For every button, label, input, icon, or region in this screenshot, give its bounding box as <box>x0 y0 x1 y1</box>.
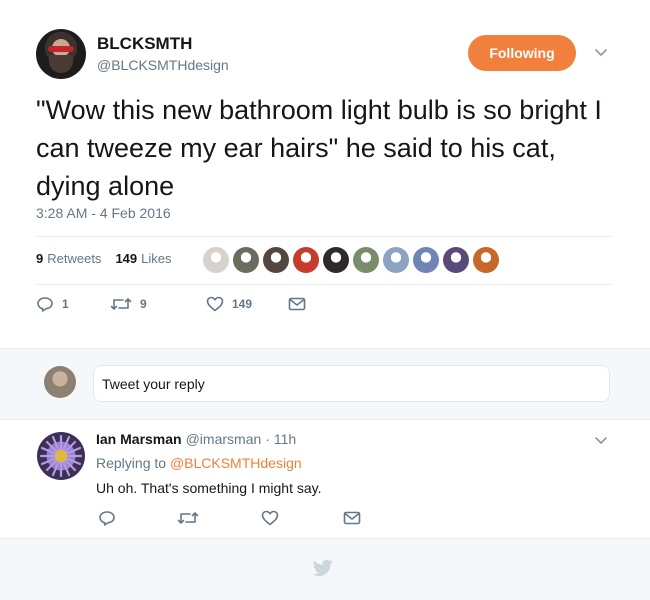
liker-avatar[interactable] <box>293 247 319 273</box>
liker-avatar[interactable] <box>233 247 259 273</box>
chevron-down-icon[interactable] <box>594 434 608 448</box>
reply-icon <box>37 297 53 312</box>
like-count: 149 <box>232 297 253 311</box>
following-button[interactable]: Following <box>468 35 576 71</box>
retweets-stat[interactable]: 9 Retweets <box>36 251 101 266</box>
likes-label: Likes <box>141 251 172 266</box>
liker-avatar[interactable] <box>413 247 439 273</box>
liker-avatar[interactable] <box>263 247 289 273</box>
replying-to: Replying to @BLCKSMTHdesign <box>96 455 302 471</box>
reply-action[interactable]: 1 <box>36 296 110 312</box>
liker-avatar[interactable] <box>473 247 499 273</box>
envelope-icon <box>288 297 306 311</box>
author-handle[interactable]: @BLCKSMTHdesign <box>97 57 229 73</box>
reply-actions <box>98 510 361 526</box>
likers-avatars <box>203 247 499 273</box>
heart-icon <box>261 510 279 526</box>
reply-text: Uh oh. That's something I might say. <box>96 480 322 496</box>
reply-count: 1 <box>62 297 69 311</box>
tweet-actions: 1 9 149 <box>36 296 306 312</box>
heart-icon <box>206 296 224 312</box>
author-avatar[interactable] <box>36 29 86 79</box>
retweet-count: 9 <box>140 297 147 311</box>
reply-like-action[interactable] <box>261 510 343 526</box>
reply-tweet[interactable]: Ian Marsman @imarsman · 11h Replying to … <box>0 420 650 538</box>
footer <box>0 538 650 600</box>
reply-author-avatar[interactable] <box>37 432 85 480</box>
reply-retweet-action[interactable] <box>177 510 261 526</box>
current-user-avatar <box>44 366 76 398</box>
reply-author-name[interactable]: Ian Marsman <box>96 431 182 447</box>
likes-count: 149 <box>115 251 138 266</box>
likes-stat[interactable]: 149 Likes <box>115 251 171 266</box>
dm-action[interactable] <box>288 297 306 311</box>
twitter-bird-icon <box>313 559 333 576</box>
retweet-icon <box>177 512 199 524</box>
retweet-icon <box>110 298 132 310</box>
liker-avatar[interactable] <box>323 247 349 273</box>
reply-time[interactable]: · 11h <box>265 431 296 447</box>
flower-image <box>39 434 83 478</box>
retweet-action[interactable]: 9 <box>110 296 206 312</box>
reply-reply-action[interactable] <box>98 510 177 526</box>
retweets-label: Retweets <box>47 251 102 266</box>
replying-handle-link[interactable]: @BLCKSMTHdesign <box>170 455 302 471</box>
reply-header: Ian Marsman @imarsman · 11h <box>96 431 296 447</box>
divider <box>36 284 612 285</box>
liker-avatar[interactable] <box>203 247 229 273</box>
tweet-text: "Wow this new bathroom light bulb is so … <box>36 95 602 201</box>
author-name[interactable]: BLCKSMTH <box>97 34 192 54</box>
main-tweet: BLCKSMTH @BLCKSMTHdesign Following "Wow … <box>0 0 650 348</box>
like-action[interactable]: 149 <box>206 296 288 312</box>
reply-icon <box>99 511 115 526</box>
reply-compose-bar: Tweet your reply <box>0 348 650 420</box>
envelope-icon <box>343 511 361 525</box>
reply-author-handle[interactable]: @imarsman <box>186 431 262 447</box>
liker-avatar[interactable] <box>383 247 409 273</box>
reply-input[interactable]: Tweet your reply <box>93 365 610 402</box>
tweet-timestamp[interactable]: 3:28 AM - 4 Feb 2016 <box>36 205 171 221</box>
avatar-glasses <box>48 46 74 52</box>
liker-avatar[interactable] <box>443 247 469 273</box>
avatar-beard <box>49 55 73 73</box>
chevron-down-icon[interactable] <box>594 46 608 60</box>
liker-avatar[interactable] <box>353 247 379 273</box>
replying-prefix: Replying to <box>96 455 167 471</box>
reply-dm-action[interactable] <box>343 511 361 525</box>
divider <box>36 236 612 237</box>
tweet-stats: 9 Retweets 149 Likes <box>36 251 172 266</box>
retweets-count: 9 <box>36 251 44 266</box>
